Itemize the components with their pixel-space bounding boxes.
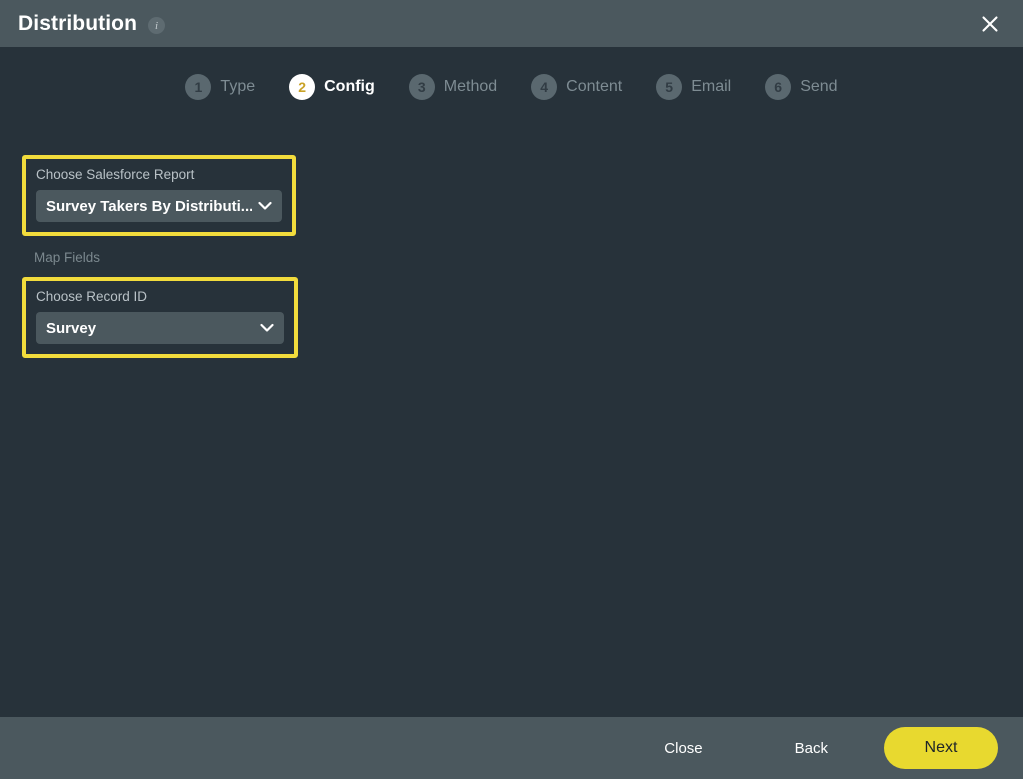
- salesforce-report-highlight: Choose Salesforce Report Survey Takers B…: [22, 155, 296, 237]
- step-label: Method: [443, 78, 498, 95]
- chevron-down-icon: [258, 202, 272, 211]
- step-number: 2: [289, 74, 316, 100]
- step-config[interactable]: 2 Config: [289, 74, 375, 100]
- record-id-highlight: Choose Record ID Survey: [22, 277, 298, 359]
- info-icon[interactable]: i: [148, 17, 166, 34]
- step-number: 3: [408, 74, 435, 100]
- modal-header: Distribution i: [0, 0, 1023, 47]
- step-label: Config: [324, 78, 375, 95]
- step-label: Send: [800, 78, 838, 95]
- chevron-down-icon: [260, 324, 274, 333]
- record-id-value: Survey: [46, 319, 97, 337]
- map-fields-label: Map Fields: [34, 250, 101, 266]
- step-send[interactable]: 6 Send: [765, 74, 838, 100]
- salesforce-report-select[interactable]: Survey Takers By Distributi...: [36, 190, 282, 223]
- step-type[interactable]: 1 Type: [185, 74, 255, 100]
- next-button[interactable]: Next: [884, 727, 998, 769]
- step-indicator: 1 Type 2 Config 3 Method 4 Content 5 Ema…: [0, 74, 1023, 100]
- salesforce-report-value: Survey Takers By Distributi...: [46, 197, 252, 215]
- step-method[interactable]: 3 Method: [408, 74, 498, 100]
- step-content[interactable]: 4 Content: [531, 74, 622, 100]
- step-label: Content: [566, 78, 623, 95]
- step-email[interactable]: 5 Email: [656, 74, 731, 100]
- close-icon[interactable]: [973, 7, 1007, 41]
- step-label: Email: [691, 78, 732, 95]
- step-number: 1: [185, 74, 212, 100]
- page-title: Distribution: [18, 12, 138, 35]
- step-number: 5: [656, 74, 683, 100]
- config-form: Choose Salesforce Report Survey Takers B…: [22, 155, 522, 359]
- close-button[interactable]: Close: [650, 732, 716, 765]
- record-id-select[interactable]: Survey: [36, 312, 284, 345]
- modal-footer: Close Back Next: [0, 717, 1023, 779]
- salesforce-report-label: Choose Salesforce Report: [36, 167, 195, 182]
- step-label: Type: [220, 78, 256, 95]
- record-id-label: Choose Record ID: [36, 289, 148, 305]
- back-button[interactable]: Back: [781, 732, 842, 765]
- step-number: 4: [531, 74, 558, 100]
- step-number: 6: [765, 74, 792, 100]
